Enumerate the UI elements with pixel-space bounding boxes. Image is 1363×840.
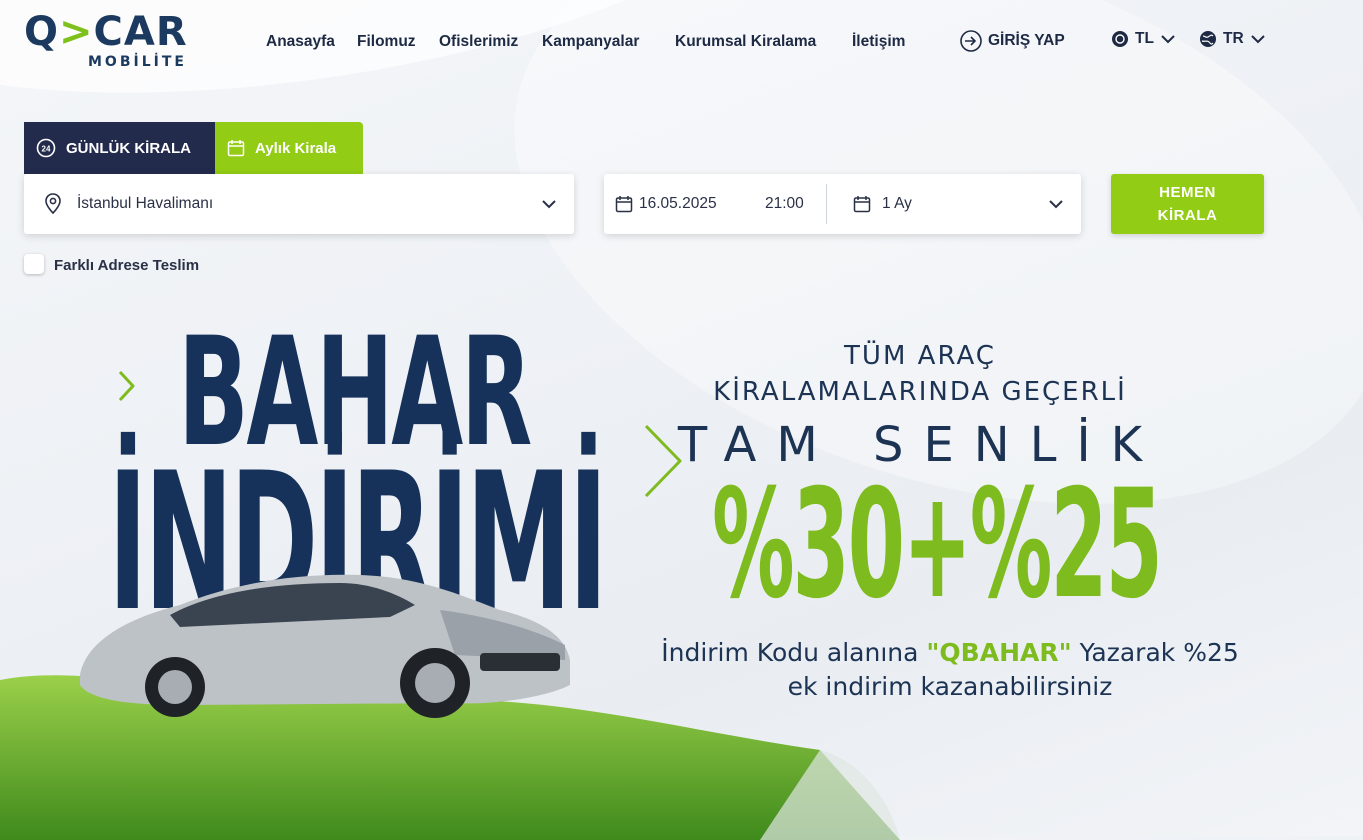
rent-now-label-line1: HEMEN — [1159, 184, 1216, 201]
tab-monthly-rent[interactable]: Aylık Kirala — [215, 122, 363, 174]
svg-text:24: 24 — [42, 145, 51, 154]
tab-daily-label: GÜNLÜK KİRALA — [66, 139, 191, 157]
currency-icon — [1112, 31, 1128, 47]
location-pin-icon — [45, 193, 61, 215]
code-text-after: Yazarak %25 — [1079, 638, 1239, 667]
globe-icon — [1200, 31, 1216, 47]
chevron-down-icon — [1049, 200, 1063, 209]
car-illustration — [80, 574, 570, 718]
nav-campaigns[interactable]: Kampanyalar — [542, 33, 639, 51]
rental-date-panel: 16.05.2025 21:00 1 Ay — [604, 174, 1081, 234]
logo-arrow-icon: > — [59, 9, 94, 55]
different-address-checkbox[interactable] — [24, 254, 44, 274]
discount-code-text: İndirim Kodu alanına "QBAHAR" Yazarak %2… — [640, 636, 1260, 704]
chevron-down-icon — [1161, 35, 1175, 44]
chevron-right-icon — [118, 370, 135, 402]
currency-selector[interactable]: TL — [1111, 30, 1176, 48]
discount-code: "QBAHAR" — [926, 638, 1072, 667]
code-text-before: İndirim Kodu alanına — [661, 638, 919, 667]
logo-subtitle: MOBİLİTE — [88, 54, 187, 70]
pickup-time-value: 21:00 — [765, 195, 804, 212]
rent-now-label-line2: KİRALA — [1157, 207, 1218, 224]
nav-corporate[interactable]: Kurumsal Kiralama — [675, 33, 816, 51]
calendar-icon — [615, 196, 633, 213]
calendar-icon — [227, 140, 245, 157]
nav-fleet[interactable]: Filomuz — [357, 33, 416, 51]
logo[interactable]: Q>CAR MOBİLİTE — [24, 10, 199, 74]
login-button[interactable]: GİRİŞ YAP — [960, 30, 1065, 52]
pickup-date-value: 16.05.2025 — [639, 195, 717, 212]
pickup-location-select[interactable]: İstanbul Havalimanı — [24, 174, 574, 234]
promo-line1: TÜM ARAÇ — [844, 341, 996, 371]
logo-wordmark: Q>CAR — [24, 9, 188, 55]
language-label: TR — [1223, 30, 1244, 47]
24h-icon: 24 — [36, 138, 56, 158]
promo-headline: TÜM ARAÇ KİRALAMALARINDA GEÇERLİ — [660, 338, 1180, 410]
discount-amount: %30+%25 — [712, 458, 1163, 632]
tab-monthly-label: Aylık Kirala — [255, 139, 337, 157]
currency-label: TL — [1135, 30, 1154, 47]
pickup-location-value: İstanbul Havalimanı — [77, 195, 214, 212]
pickup-date-picker[interactable]: 16.05.2025 21:00 — [604, 174, 826, 234]
duration-select[interactable]: 1 Ay — [827, 174, 1081, 234]
different-address-label: Farklı Adrese Teslim — [54, 257, 200, 274]
login-icon — [960, 30, 982, 52]
nav-home[interactable]: Anasayfa — [266, 33, 335, 51]
promo-line2: KİRALAMALARINDA GEÇERLİ — [713, 377, 1127, 407]
code-text-line2: ek indirim kazanabilirsiniz — [787, 672, 1113, 701]
rent-now-button[interactable]: HEMEN KİRALA — [1111, 174, 1264, 234]
language-selector[interactable]: TR — [1199, 30, 1266, 48]
chevron-down-icon — [1250, 35, 1265, 44]
duration-value: 1 Ay — [882, 195, 912, 212]
nav-offices[interactable]: Ofislerimiz — [439, 33, 518, 51]
login-label: GİRİŞ YAP — [988, 32, 1065, 49]
chevron-down-icon — [542, 200, 556, 209]
tab-daily-rent[interactable]: 24 GÜNLÜK KİRALA — [24, 122, 215, 174]
calendar-icon — [853, 196, 871, 213]
nav-contact[interactable]: İletişim — [852, 33, 905, 51]
